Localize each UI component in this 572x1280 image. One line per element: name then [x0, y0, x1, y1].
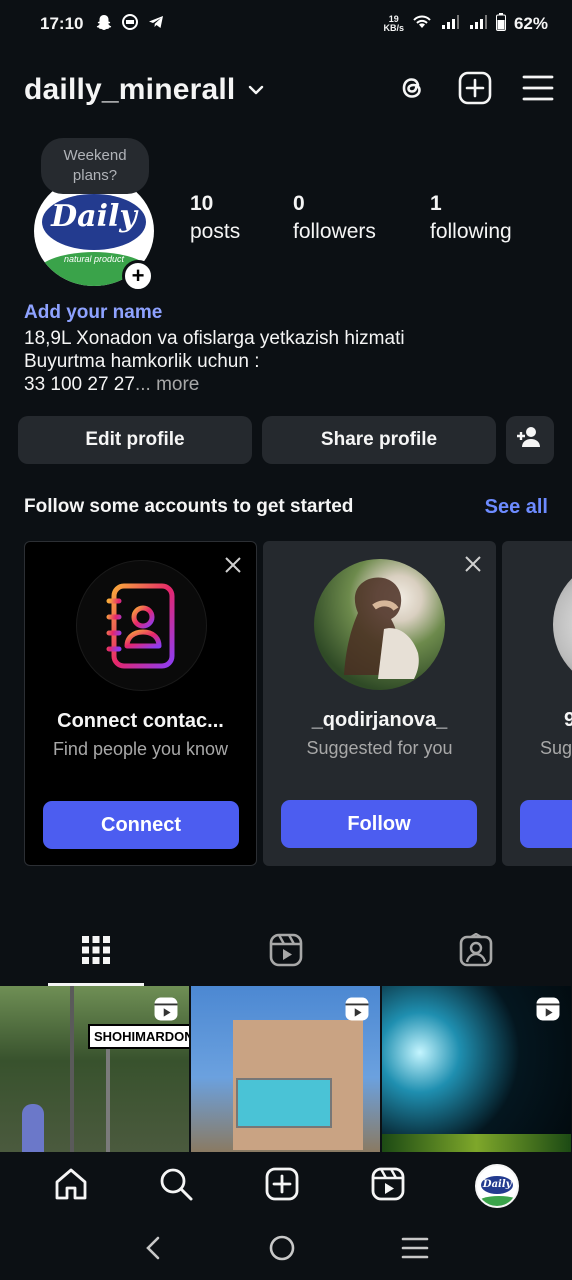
snapchat-icon	[95, 13, 113, 36]
avatar-brand-text: Daily	[51, 199, 137, 234]
stat-posts[interactable]: 10 posts	[190, 190, 293, 246]
bio-line: 18,9L Xonadon va ofislarga yetkazish hiz…	[24, 328, 405, 349]
post-thumbnail[interactable]	[382, 986, 571, 1152]
back-icon[interactable]	[143, 1235, 163, 1266]
stat-followers-value: 0	[293, 192, 305, 215]
avatar-brand-text: Daily	[481, 1176, 514, 1194]
add-story-button[interactable]: +	[122, 260, 154, 292]
home-icon[interactable]	[53, 1166, 89, 1207]
reel-badge-icon	[344, 996, 370, 1027]
suggestion-subtitle: Find people you know	[52, 739, 229, 759]
search-icon[interactable]	[158, 1166, 194, 1207]
status-time: 17:10	[40, 14, 84, 33]
suggestion-card-user[interactable]: _qodirjanova_ Suggested for you Follow	[263, 541, 496, 866]
suggestion-card-connect-contacts: Connect contac... Find people you know C…	[24, 541, 257, 866]
tab-posts-grid[interactable]	[48, 926, 144, 986]
suggestion-subtitle: Sug	[540, 738, 572, 758]
home-button-icon[interactable]	[268, 1234, 296, 1267]
avatar-brand-logo: Daily natural product	[42, 194, 146, 264]
bio-line: 33 100 27 27	[24, 374, 135, 395]
battery-icon	[495, 12, 506, 36]
bio-more-link[interactable]: ... more	[135, 374, 199, 395]
status-bar: 17:10 19 KB/s 62%	[0, 0, 572, 48]
stat-followers[interactable]: 0 followers	[293, 190, 430, 246]
reels-icon	[269, 933, 303, 972]
stat-following[interactable]: 1 following	[430, 190, 512, 246]
stat-followers-label: followers	[293, 220, 376, 243]
bottom-navigation: Daily	[0, 1152, 572, 1220]
billboard-graphic	[236, 1078, 332, 1128]
close-icon[interactable]	[224, 556, 242, 579]
suggestions-title: Follow some accounts to get started	[24, 496, 354, 517]
add-name-link[interactable]: Add your name	[24, 302, 162, 324]
post-thumbnail[interactable]: SHOHIMARDON	[0, 986, 189, 1152]
suggestion-name[interactable]: _qodirjanova_	[263, 709, 496, 732]
profile-nav-avatar[interactable]: Daily	[475, 1164, 520, 1208]
wifi-icon	[412, 14, 432, 35]
menu-icon[interactable]	[522, 74, 554, 107]
network-speed: 19 KB/s	[383, 15, 404, 33]
bio-line: Buyurtma hamkorlik uchun :	[24, 351, 260, 372]
reel-badge-icon	[535, 996, 561, 1027]
road-sign-text: SHOHIMARDON	[88, 1024, 189, 1049]
contacts-book-icon	[76, 560, 207, 691]
suggestions-header: Follow some accounts to get started See …	[24, 496, 548, 519]
posts-grid: SHOHIMARDON	[0, 986, 572, 1152]
account-username[interactable]: dailly_minerall	[24, 73, 235, 107]
speed-unit: KB/s	[383, 23, 404, 33]
suggested-user-avatar[interactable]	[314, 559, 445, 690]
threads-icon[interactable]	[396, 71, 428, 110]
recent-apps-icon[interactable]	[401, 1236, 429, 1265]
grid-icon	[81, 935, 111, 970]
profile-action-buttons: Edit profile Share profile	[18, 416, 554, 464]
suggested-user-avatar[interactable]	[553, 559, 572, 690]
battery-percentage: 62%	[513, 14, 548, 33]
tab-tagged[interactable]	[428, 926, 524, 978]
stat-following-label: following	[430, 220, 512, 243]
profile-content-tabs	[0, 920, 572, 986]
follow-button[interactable]	[520, 800, 572, 848]
stat-posts-label: posts	[190, 220, 241, 243]
app-notification-icon	[121, 13, 139, 36]
suggestion-card-partial[interactable]: 9 Sug	[502, 541, 572, 866]
post-thumbnail[interactable]	[191, 986, 380, 1152]
see-all-link[interactable]: See all	[485, 496, 548, 519]
profile-header: dailly_minerall	[24, 66, 554, 114]
edit-profile-button[interactable]: Edit profile	[18, 416, 252, 464]
system-navigation-bar	[0, 1220, 572, 1280]
reels-nav-icon[interactable]	[370, 1166, 406, 1207]
follow-button[interactable]: Follow	[281, 800, 477, 848]
discover-people-button[interactable]	[506, 416, 554, 464]
close-icon[interactable]	[464, 555, 482, 578]
avatar-leaf-graphic	[477, 1196, 518, 1206]
create-post-icon[interactable]	[458, 71, 492, 110]
tagged-icon	[459, 932, 493, 972]
chevron-down-icon[interactable]	[247, 83, 265, 101]
profile-stats: 10 posts 0 followers 1 following	[190, 190, 512, 246]
signal-icon	[440, 14, 460, 35]
connect-button[interactable]: Connect	[43, 801, 239, 849]
telegram-icon	[147, 13, 165, 36]
note-bubble[interactable]: Weekend plans?	[41, 138, 149, 194]
stadium-crowd-graphic	[382, 1134, 571, 1152]
reel-badge-icon	[153, 996, 179, 1027]
stat-posts-value: 10	[190, 192, 214, 215]
stat-following-value: 1	[430, 192, 442, 215]
profile-bio[interactable]: 18,9L Xonadon va ofislarga yetkazish hiz…	[24, 327, 544, 396]
suggestion-name[interactable]: 9	[564, 709, 572, 732]
tab-reels[interactable]	[238, 926, 334, 978]
share-profile-button[interactable]: Share profile	[262, 416, 496, 464]
add-person-icon	[517, 426, 543, 454]
suggestion-subtitle: Suggested for you	[306, 738, 453, 758]
create-icon[interactable]	[264, 1166, 300, 1207]
signal-icon-2	[468, 14, 488, 35]
suggestion-name: Connect contac...	[57, 710, 224, 732]
